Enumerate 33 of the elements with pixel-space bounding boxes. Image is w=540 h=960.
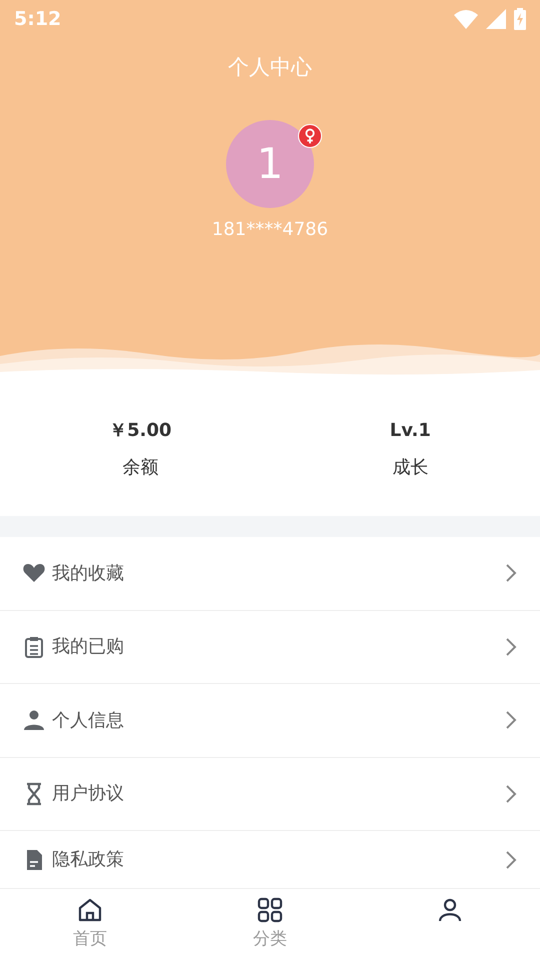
- person-icon: [22, 708, 46, 732]
- menu-item[interactable]: 个人信息: [0, 684, 540, 758]
- stat-label: 成长: [392, 457, 428, 478]
- menu-item[interactable]: 用户协议: [0, 758, 540, 831]
- female-icon: [298, 124, 322, 148]
- menu-item[interactable]: 隐私政策: [0, 831, 540, 888]
- chevron-right-icon: [504, 848, 518, 870]
- phone-number: 181****4786: [212, 218, 328, 240]
- menu-item[interactable]: 我的已购: [0, 610, 540, 684]
- stat-value: Lv.1: [390, 420, 431, 441]
- menu-label: 用户协议: [52, 782, 124, 806]
- stat-value: ￥5.00: [109, 420, 172, 441]
- person-icon: [437, 897, 463, 923]
- chevron-right-icon: [504, 562, 518, 584]
- wifi-icon: [454, 9, 478, 29]
- tab-label: 分类: [253, 928, 287, 951]
- page-title: 个人中心: [228, 55, 312, 79]
- menu-label: 隐私政策: [52, 848, 124, 872]
- signal-icon: [486, 9, 506, 29]
- clipboard-icon: [22, 634, 46, 659]
- stat-label: 余额: [122, 457, 158, 478]
- menu-label: 我的收藏: [52, 562, 124, 586]
- grid-icon: [257, 897, 283, 923]
- home-icon: [77, 897, 103, 923]
- chevron-right-icon: [504, 636, 518, 658]
- chevron-right-icon: [504, 709, 518, 732]
- tab-label: 首页: [73, 928, 107, 951]
- status-time: 5:12: [14, 6, 62, 32]
- menu-item[interactable]: 我的收藏: [0, 537, 540, 610]
- chevron-right-icon: [504, 782, 518, 805]
- battery-icon: [514, 8, 526, 30]
- menu-label: 我的已购: [52, 635, 124, 660]
- menu-label: 个人信息: [52, 708, 124, 733]
